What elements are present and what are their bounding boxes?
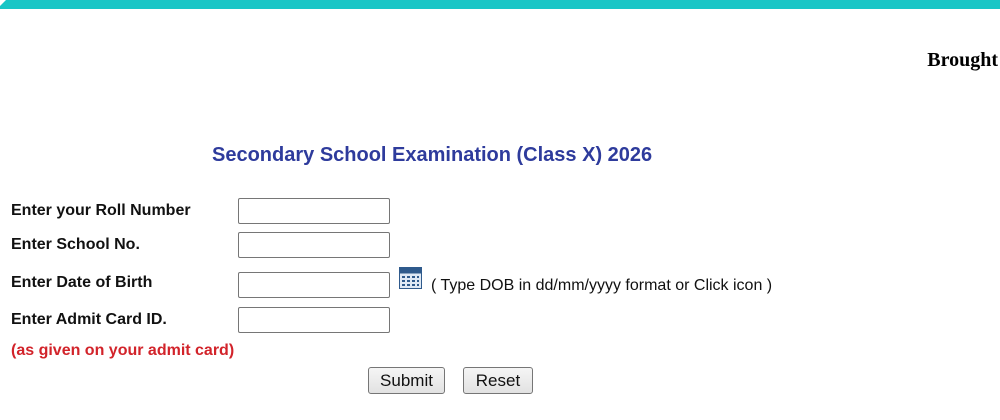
admit-card-id-field[interactable] <box>238 307 390 333</box>
admit-card-id-label: Enter Admit Card ID. <box>11 311 167 328</box>
reset-button[interactable]: Reset <box>463 367 533 394</box>
brought-text: Brought <box>927 49 998 71</box>
roll-number-field[interactable] <box>238 198 390 224</box>
dob-field[interactable] <box>238 272 390 298</box>
top-banner <box>0 0 1000 9</box>
page-title: Secondary School Examination (Class X) 2… <box>212 144 653 166</box>
roll-number-label: Enter your Roll Number <box>11 202 191 219</box>
dob-label: Enter Date of Birth <box>11 274 153 291</box>
submit-button[interactable]: Submit <box>368 367 445 394</box>
school-no-field[interactable] <box>238 232 390 258</box>
admit-card-note: (as given on your admit card) <box>11 342 235 359</box>
dob-format-hint: ( Type DOB in dd/mm/yyyy format or Click… <box>431 277 773 294</box>
calendar-icon[interactable] <box>399 267 422 289</box>
school-no-label: Enter School No. <box>11 236 140 253</box>
